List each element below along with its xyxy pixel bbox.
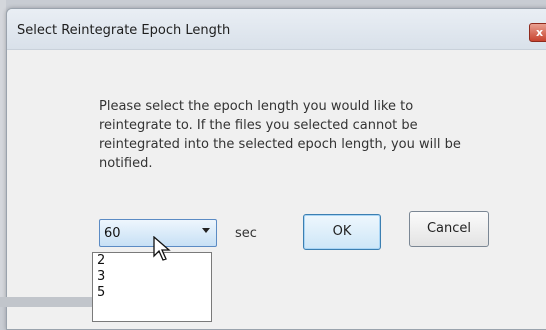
- chevron-down-icon: [202, 228, 210, 233]
- dialog-title: Select Reintegrate Epoch Length: [17, 23, 231, 38]
- dropdown-option[interactable]: 2: [93, 253, 211, 269]
- title-bar: Select Reintegrate Epoch Length x: [7, 9, 546, 50]
- epoch-length-dropdown-list: 2 3 5: [92, 252, 212, 322]
- close-icon: x: [536, 26, 544, 39]
- arrow-cursor-icon: [153, 235, 171, 266]
- dropdown-option[interactable]: 5: [93, 285, 211, 301]
- dropdown-option[interactable]: 3: [93, 269, 211, 285]
- cancel-button[interactable]: Cancel: [409, 211, 489, 247]
- epoch-length-value: 60: [104, 226, 121, 241]
- close-button[interactable]: x: [529, 23, 546, 42]
- background-shadow: [0, 297, 92, 307]
- dialog-window: Select Reintegrate Epoch Length x Please…: [6, 8, 546, 330]
- instruction-message: Please select the epoch length you would…: [99, 99, 461, 171]
- unit-label: sec: [235, 226, 257, 241]
- ok-button[interactable]: OK: [303, 214, 381, 250]
